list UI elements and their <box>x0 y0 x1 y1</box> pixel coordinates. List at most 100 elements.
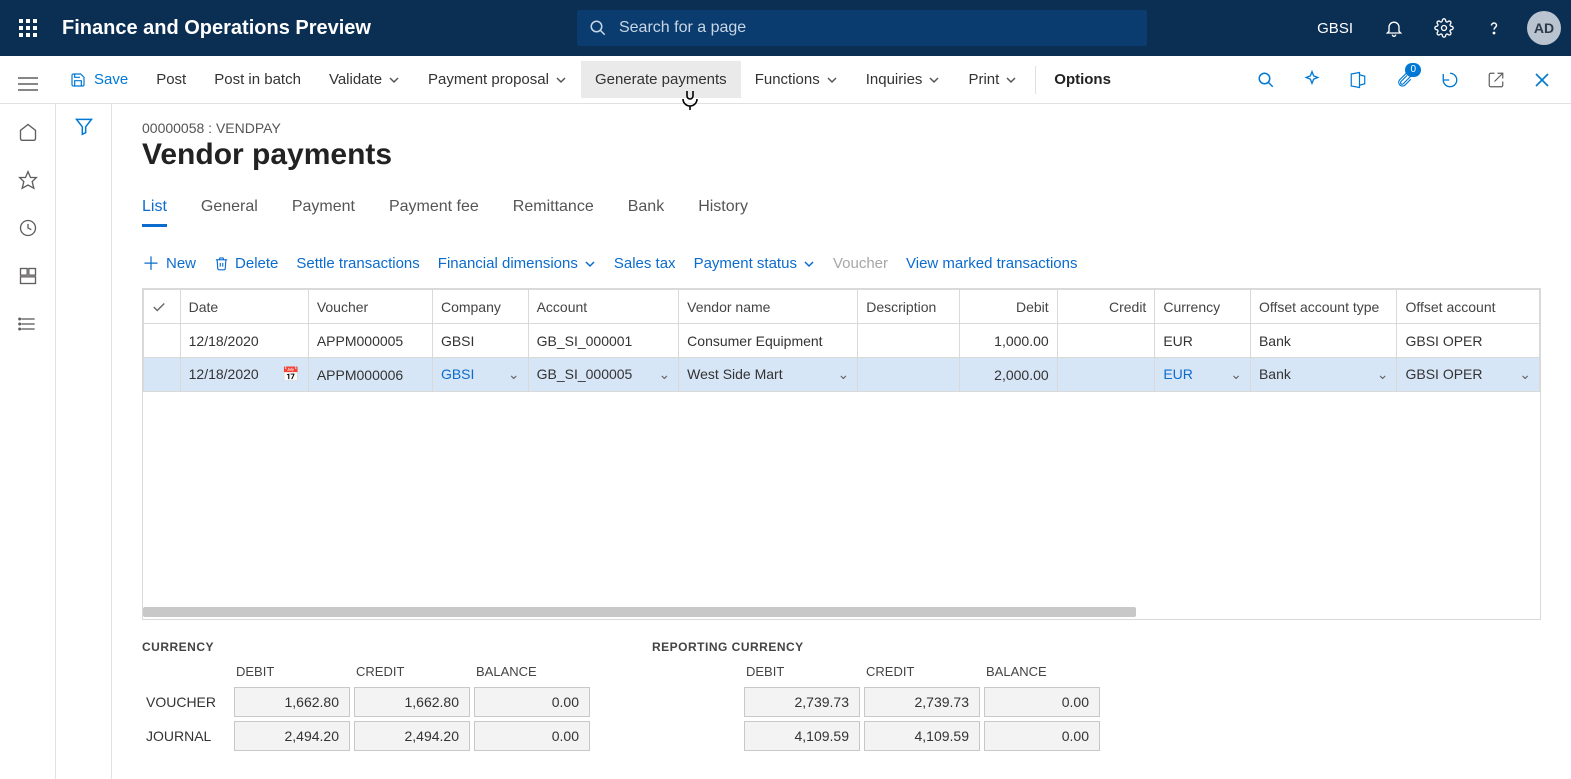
user-avatar[interactable]: AD <box>1527 11 1561 45</box>
save-button[interactable]: Save <box>56 61 142 98</box>
workspaces-icon[interactable] <box>8 256 48 296</box>
tab-strip: List General Payment Payment fee Remitta… <box>142 198 1541 227</box>
functions-menu[interactable]: Functions <box>741 61 852 98</box>
chevron-down-icon[interactable]: ⌄ <box>838 366 850 383</box>
save-icon <box>70 72 86 88</box>
table-row[interactable]: 12/18/2020 APPM000005 GBSI GB_SI_000001 … <box>144 324 1540 358</box>
cell-credit[interactable] <box>1057 358 1155 392</box>
chevron-down-icon[interactable]: ⌄ <box>1230 366 1242 383</box>
recent-icon[interactable] <box>8 208 48 248</box>
col-date[interactable]: Date <box>180 290 308 324</box>
cell-offset-account[interactable]: GBSI OPER⌄ <box>1397 358 1540 392</box>
home-icon[interactable] <box>8 112 48 152</box>
cell-company[interactable]: GBSI <box>432 324 528 358</box>
global-search[interactable]: Search for a page <box>577 10 1147 46</box>
col-offset-type[interactable]: Offset account type <box>1250 290 1397 324</box>
view-marked-button[interactable]: View marked transactions <box>906 255 1077 272</box>
col-company[interactable]: Company <box>432 290 528 324</box>
top-navbar: Finance and Operations Preview Search fo… <box>0 0 1571 56</box>
row-select[interactable] <box>144 324 181 358</box>
currency-debit-label: DEBIT <box>232 658 352 685</box>
settle-transactions-button[interactable]: Settle transactions <box>296 255 419 272</box>
tab-payment[interactable]: Payment <box>292 198 355 227</box>
cell-offset-account[interactable]: GBSI OPER <box>1397 324 1540 358</box>
col-voucher[interactable]: Voucher <box>308 290 432 324</box>
cell-debit[interactable]: 2,000.00 <box>959 358 1057 392</box>
payment-proposal-menu[interactable]: Payment proposal <box>414 61 581 98</box>
cell-vendor-name[interactable]: West Side Mart⌄ <box>679 358 858 392</box>
cell-vendor-name[interactable]: Consumer Equipment <box>679 324 858 358</box>
cell-offset-type[interactable]: Bank <box>1250 324 1397 358</box>
sales-tax-button[interactable]: Sales tax <box>614 255 676 272</box>
inquiries-menu[interactable]: Inquiries <box>852 61 955 98</box>
cell-description[interactable] <box>858 358 960 392</box>
nav-toggle-icon[interactable] <box>10 66 46 102</box>
reporting-voucher-debit: 2,739.73 <box>744 687 860 717</box>
col-debit[interactable]: Debit <box>959 290 1057 324</box>
chevron-down-icon[interactable]: ⌄ <box>1519 366 1531 383</box>
cell-offset-type[interactable]: Bank⌄ <box>1250 358 1397 392</box>
filter-icon[interactable] <box>74 116 94 779</box>
favorites-icon[interactable] <box>8 160 48 200</box>
validate-menu[interactable]: Validate <box>315 61 414 98</box>
popout-icon[interactable] <box>1475 59 1517 101</box>
tab-payment-fee[interactable]: Payment fee <box>389 198 479 227</box>
delete-button[interactable]: Delete <box>214 255 278 272</box>
post-in-batch-button[interactable]: Post in batch <box>200 61 315 98</box>
row-select[interactable] <box>144 358 181 392</box>
print-menu[interactable]: Print <box>954 61 1031 98</box>
app-launcher-icon[interactable] <box>6 6 50 50</box>
office-icon[interactable] <box>1337 59 1379 101</box>
company-picker[interactable]: GBSI <box>1305 20 1365 37</box>
close-icon[interactable] <box>1521 59 1563 101</box>
chevron-down-icon[interactable]: ⌄ <box>508 366 520 383</box>
help-icon[interactable] <box>1473 7 1515 49</box>
post-button[interactable]: Post <box>142 61 200 98</box>
cell-voucher[interactable]: APPM000005 <box>308 324 432 358</box>
cell-voucher[interactable]: APPM000006 <box>308 358 432 392</box>
cell-date[interactable]: 12/18/2020📅 <box>180 358 308 392</box>
tab-general[interactable]: General <box>201 198 258 227</box>
tab-history[interactable]: History <box>698 198 748 227</box>
horizontal-scrollbar[interactable] <box>143 605 1522 619</box>
cell-date[interactable]: 12/18/2020 <box>180 324 308 358</box>
settings-icon[interactable] <box>1423 7 1465 49</box>
refresh-icon[interactable] <box>1429 59 1471 101</box>
cell-company[interactable]: GBSI⌄ <box>432 358 528 392</box>
attach-icon[interactable]: 0 <box>1383 59 1425 101</box>
col-offset-account[interactable]: Offset account <box>1397 290 1540 324</box>
calendar-icon[interactable]: 📅 <box>282 366 299 383</box>
new-button[interactable]: ＋New <box>142 255 196 272</box>
cell-currency[interactable]: EUR⌄ <box>1155 358 1251 392</box>
cell-credit[interactable] <box>1057 324 1155 358</box>
cell-currency[interactable]: EUR <box>1155 324 1251 358</box>
tab-list[interactable]: List <box>142 198 167 227</box>
generate-payments-button[interactable]: Generate payments <box>581 61 741 98</box>
cell-description[interactable] <box>858 324 960 358</box>
find-icon[interactable] <box>1245 59 1287 101</box>
cell-debit[interactable]: 1,000.00 <box>959 324 1057 358</box>
col-account[interactable]: Account <box>528 290 679 324</box>
cell-account[interactable]: GB_SI_000001 <box>528 324 679 358</box>
copilot-icon[interactable] <box>1291 59 1333 101</box>
payment-status-menu[interactable]: Payment status <box>694 255 815 272</box>
modules-icon[interactable] <box>8 304 48 344</box>
financial-dimensions-menu[interactable]: Financial dimensions <box>438 255 596 272</box>
col-credit[interactable]: Credit <box>1057 290 1155 324</box>
currency-credit-label: CREDIT <box>352 658 472 685</box>
tab-bank[interactable]: Bank <box>628 198 664 227</box>
notifications-icon[interactable] <box>1373 7 1415 49</box>
cell-account[interactable]: GB_SI_000005⌄ <box>528 358 679 392</box>
select-all-checkbox[interactable] <box>144 290 181 324</box>
col-vendor-name[interactable]: Vendor name <box>679 290 858 324</box>
breadcrumb: 00000058 : VENDPAY <box>142 120 1541 136</box>
scroll-thumb[interactable] <box>143 607 1136 617</box>
options-button[interactable]: Options <box>1040 61 1125 98</box>
left-nav-rail <box>0 104 56 779</box>
tab-remittance[interactable]: Remittance <box>513 198 594 227</box>
col-description[interactable]: Description <box>858 290 960 324</box>
col-currency[interactable]: Currency <box>1155 290 1251 324</box>
chevron-down-icon[interactable]: ⌄ <box>658 366 670 383</box>
chevron-down-icon[interactable]: ⌄ <box>1377 366 1389 383</box>
table-row[interactable]: 12/18/2020📅 APPM000006 GBSI⌄ GB_SI_00000… <box>144 358 1540 392</box>
